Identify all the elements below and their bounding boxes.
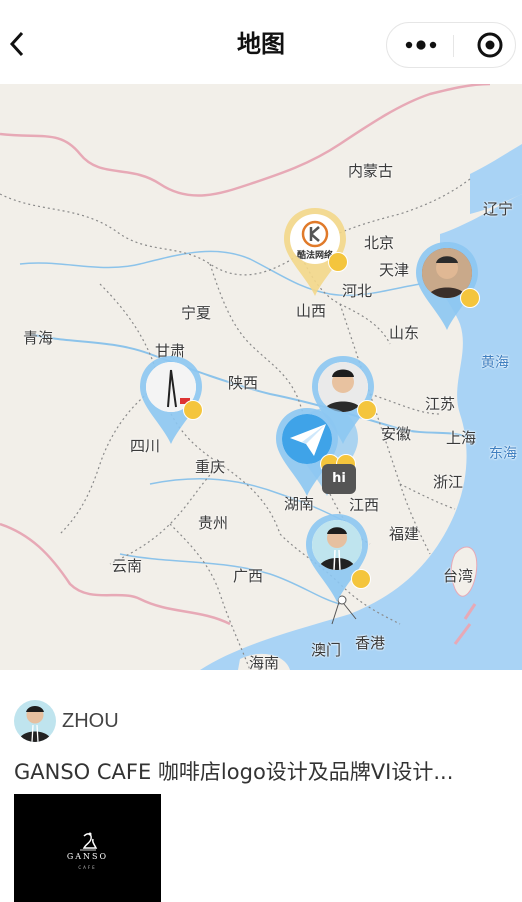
- map-marker-brand[interactable]: 酷法网络: [282, 206, 348, 298]
- label-yunnan: 云南: [112, 557, 143, 575]
- map-marker-user-tianjin[interactable]: [414, 240, 480, 332]
- post-thumbnail[interactable]: GANSO CAFE: [14, 794, 161, 902]
- more-dots-icon: [405, 40, 437, 50]
- author-avatar[interactable]: [14, 700, 56, 742]
- mini-program-capsule: [386, 22, 516, 68]
- label-hainan: 海南: [249, 654, 280, 670]
- label-taiwan: 台湾: [443, 567, 474, 585]
- label-tianjin: 天津: [379, 261, 410, 279]
- cluster-hi-badge[interactable]: hi: [322, 464, 356, 494]
- label-ningxia: 宁夏: [181, 304, 212, 322]
- label-guangxi: 广西: [233, 567, 264, 585]
- avatar-icon: [312, 520, 362, 570]
- label-inner-mongolia: 内蒙古: [348, 162, 394, 180]
- label-beijing: 北京: [364, 234, 395, 252]
- more-button[interactable]: [387, 23, 453, 67]
- post-title[interactable]: GANSO CAFE 咖啡店logo设计及品牌VI设计...: [14, 756, 514, 786]
- navigation-bar: 地图: [0, 0, 522, 84]
- marker-badge-dot: [183, 400, 203, 420]
- label-shaanxi: 陕西: [228, 374, 259, 392]
- label-shanxi: 山西: [296, 302, 327, 320]
- close-button[interactable]: [454, 23, 516, 67]
- label-macau: 澳门: [311, 641, 342, 659]
- label-qinghai: 青海: [23, 329, 54, 347]
- thumb-sub-text: CAFE: [78, 865, 97, 870]
- label-zhejiang: 浙江: [433, 473, 464, 491]
- label-guizhou: 贵州: [198, 514, 229, 532]
- marker-badge-dot: [460, 288, 480, 308]
- label-yellow-sea: 黄海: [481, 355, 509, 371]
- marker-badge-dot: [351, 569, 371, 589]
- user-avatar-photo: [312, 520, 362, 570]
- post-card[interactable]: ZHOU GANSO CAFE 咖啡店logo设计及品牌VI设计... GANS…: [0, 670, 522, 902]
- map-marker-user-guangdong[interactable]: [304, 512, 371, 604]
- label-hongkong: 香港: [355, 634, 386, 652]
- label-shanghai: 上海: [446, 429, 477, 447]
- label-anhui: 安徽: [381, 425, 412, 443]
- heron-logo-icon: [80, 832, 98, 851]
- label-fujian: 福建: [389, 525, 420, 543]
- label-chongqing: 重庆: [195, 458, 226, 476]
- map-view[interactable]: 内蒙古 辽宁 北京 天津 河北 山西 宁夏 青海 甘肃 陕西 山东 黄海 江苏 …: [0, 84, 522, 670]
- avatar-icon: [14, 700, 56, 742]
- map-marker-user-gansu[interactable]: [138, 354, 204, 446]
- author-name[interactable]: ZHOU: [62, 710, 119, 733]
- thumb-brand-text: GANSO: [66, 852, 109, 861]
- target-close-icon: [477, 32, 503, 58]
- label-liaoning: 辽宁: [483, 200, 514, 218]
- marker-badge-dot: [328, 252, 348, 272]
- label-east-sea: 东海: [489, 446, 517, 462]
- label-jiangsu: 江苏: [425, 395, 456, 413]
